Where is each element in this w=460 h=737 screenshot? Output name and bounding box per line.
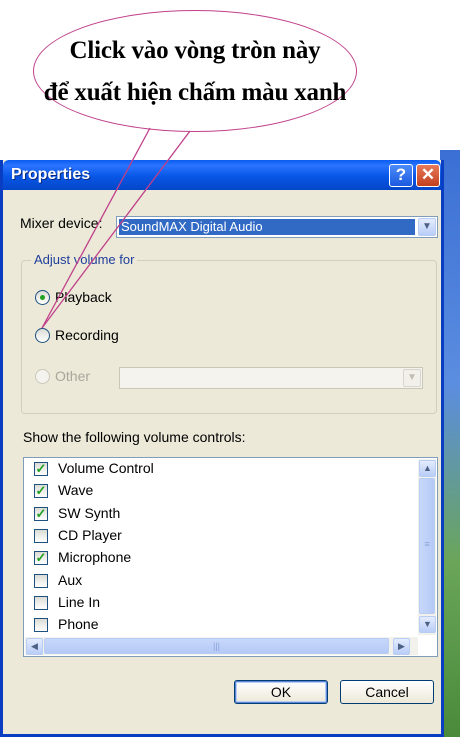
list-item-label: CD Player [58,527,122,543]
checkbox-volume-control[interactable]: ✓ [34,462,48,476]
checkbox-sw-synth[interactable]: ✓ [34,507,48,521]
checkbox-microphone[interactable]: ✓ [34,551,48,565]
recording-label[interactable]: Recording [55,327,119,343]
horizontal-scroll-thumb[interactable]: ||| [44,638,389,654]
mixer-device-label: Mixer device: [20,215,103,231]
mixer-device-select[interactable]: SoundMAX Digital Audio ▼ [116,216,438,238]
volume-controls-label: Show the following volume controls: [23,429,246,445]
playback-radio[interactable] [35,290,50,305]
list-item-label: Volume Control [58,460,154,476]
scroll-up-icon[interactable]: ▲ [419,460,436,477]
checkbox-cd-player[interactable] [34,529,48,543]
title-bar[interactable]: Properties ? ✕ [3,160,441,190]
recording-radio[interactable] [35,328,50,343]
list-item-label: Wave [58,482,94,498]
close-icon: ✕ [420,165,436,184]
scroll-left-icon[interactable]: ◀ [26,638,43,655]
chevron-down-icon: ▼ [403,369,421,387]
callout-line-1: Click vào vòng tròn này [69,37,321,64]
callout-line-2: để xuất hiện chấm màu xanh [43,79,347,106]
checkbox-wave[interactable]: ✓ [34,484,48,498]
selected-dot-icon [40,295,45,300]
horizontal-scrollbar[interactable]: ◀ ||| ▶ [25,637,418,655]
playback-label[interactable]: Playback [55,289,112,305]
window-title: Properties [11,166,91,183]
vertical-scrollbar[interactable]: ▲ ≡ ▼ [418,459,436,635]
vertical-scroll-thumb[interactable]: ≡ [419,478,435,614]
mixer-device-value: SoundMAX Digital Audio [119,219,415,235]
list-item-label: SW Synth [58,505,121,521]
properties-dialog: Properties ? ✕ Mixer device: SoundMAX Di… [0,160,444,737]
help-button[interactable]: ? [389,164,413,187]
adjust-volume-title: Adjust volume for [31,252,138,267]
callout-text: Click vào vòng tròn này để xuất hiện chấ… [33,30,357,114]
checkbox-aux[interactable] [34,574,48,588]
list-item-label: Phone [58,616,99,632]
volume-controls-list[interactable]: ✓ Volume Control ✓ Wave ✓ SW Synth CD Pl… [23,457,438,657]
other-label: Other [55,368,91,384]
list-item-label: Microphone [58,549,132,565]
list-item-label: Line In [58,594,101,610]
other-radio [35,369,50,384]
ok-button[interactable]: OK [234,680,328,704]
list-item-label: Aux [58,572,83,588]
cancel-button[interactable]: Cancel [340,680,434,704]
scroll-right-icon[interactable]: ▶ [393,638,410,655]
other-device-select: ▼ [119,367,423,389]
scroll-down-icon[interactable]: ▼ [419,616,436,633]
checkbox-phone[interactable] [34,618,48,632]
checkbox-line-in[interactable] [34,596,48,610]
chevron-down-icon[interactable]: ▼ [418,218,436,236]
close-button[interactable]: ✕ [416,164,440,187]
help-icon: ? [395,165,407,184]
